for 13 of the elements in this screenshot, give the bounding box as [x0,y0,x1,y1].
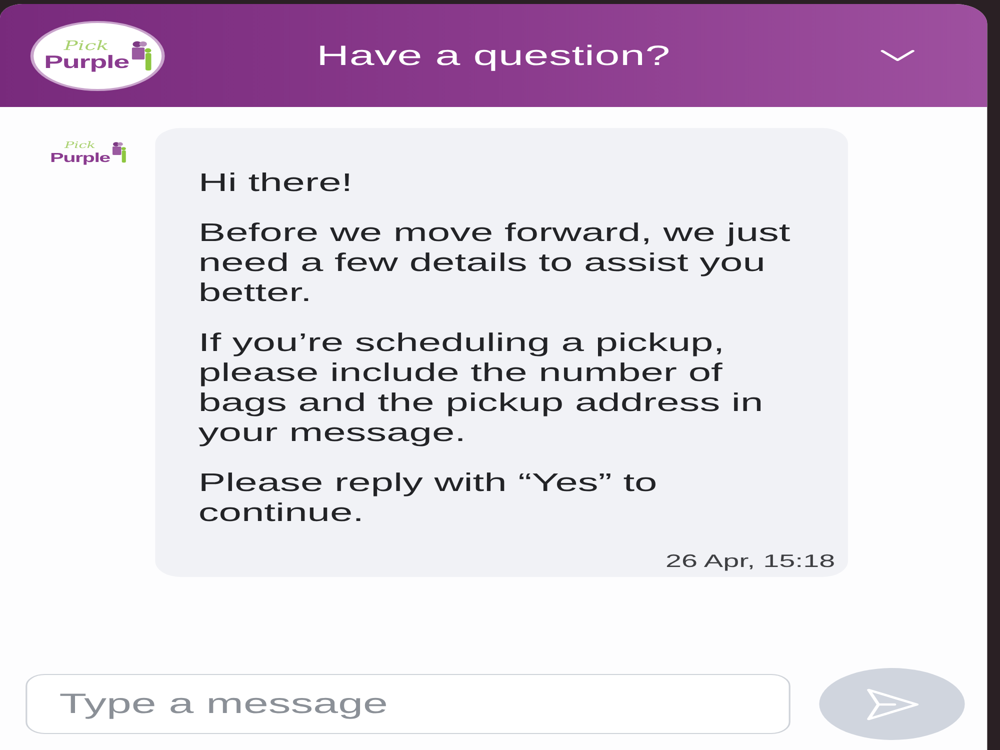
message-input[interactable]: Type a message [26,674,790,734]
message-text: Please reply with “Yes” to continue. [198,468,658,528]
bag-and-person-icon [130,40,152,70]
message-text: If you’re scheduling a pickup, please include the number of bags and the pickup address in your message. [198,328,764,448]
logo-wordmark: Pick Purple [44,40,129,71]
message-text: Hi there! [198,168,354,198]
bag-and-person-icon [112,142,126,163]
chat-title: Have a question? [316,40,670,72]
chevron-down-icon[interactable] [880,49,916,62]
message-text: Before we move forward, we just need a few details to assist you better. [198,218,792,308]
message-timestamp: 26 Apr, 15:18 [664,550,836,572]
logo-wordmark: Pick Purple [50,142,110,164]
send-icon [864,686,920,722]
